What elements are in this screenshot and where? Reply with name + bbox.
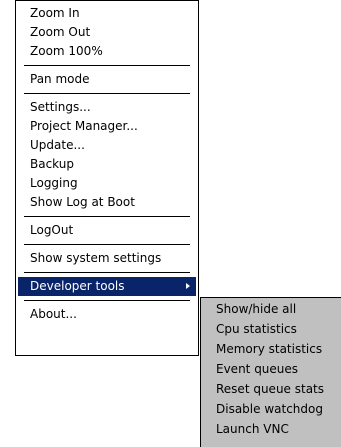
menu-separator xyxy=(24,93,190,94)
menu-separator xyxy=(24,244,190,245)
submenu-item-launch-vnc[interactable]: Launch VNC xyxy=(203,419,339,439)
menu-separator xyxy=(24,300,190,301)
submenu-item-memory-statistics[interactable]: Memory statistics xyxy=(203,339,339,359)
menu-item-settings[interactable]: Settings... xyxy=(18,98,196,117)
submenu-item-disable-watchdog[interactable]: Disable watchdog xyxy=(203,399,339,419)
menu-item-zoom-100[interactable]: Zoom 100% xyxy=(18,42,196,61)
chevron-right-icon xyxy=(186,283,190,289)
context-menu: Zoom In Zoom Out Zoom 100% Pan mode Sett… xyxy=(15,0,199,356)
menu-item-developer-tools-label: Developer tools xyxy=(30,279,125,293)
submenu-item-show-hide-all[interactable]: Show/hide all xyxy=(203,299,339,319)
menu-item-backup[interactable]: Backup xyxy=(18,155,196,174)
menu-item-pan-mode[interactable]: Pan mode xyxy=(18,70,196,89)
menu-item-show-system-settings[interactable]: Show system settings xyxy=(18,249,196,268)
menu-item-zoom-out[interactable]: Zoom Out xyxy=(18,23,196,42)
menu-separator xyxy=(24,216,190,217)
submenu-item-event-queues[interactable]: Event queues xyxy=(203,359,339,379)
menu-separator xyxy=(24,65,190,66)
menu-item-zoom-in[interactable]: Zoom In xyxy=(18,4,196,23)
menu-item-show-log-at-boot[interactable]: Show Log at Boot xyxy=(18,193,196,212)
menu-item-logging[interactable]: Logging xyxy=(18,174,196,193)
menu-item-developer-tools[interactable]: Developer tools xyxy=(18,277,196,296)
menu-item-update[interactable]: Update... xyxy=(18,136,196,155)
developer-tools-submenu: Show/hide all Cpu statistics Memory stat… xyxy=(200,297,341,447)
submenu-item-cpu-statistics[interactable]: Cpu statistics xyxy=(203,319,339,339)
screen: Zoom In Zoom Out Zoom 100% Pan mode Sett… xyxy=(0,0,341,447)
menu-separator xyxy=(24,272,190,273)
submenu-item-reset-queue-stats[interactable]: Reset queue stats xyxy=(203,379,339,399)
menu-item-logout[interactable]: LogOut xyxy=(18,221,196,240)
menu-item-about[interactable]: About... xyxy=(18,305,196,324)
menu-item-project-manager[interactable]: Project Manager... xyxy=(18,117,196,136)
